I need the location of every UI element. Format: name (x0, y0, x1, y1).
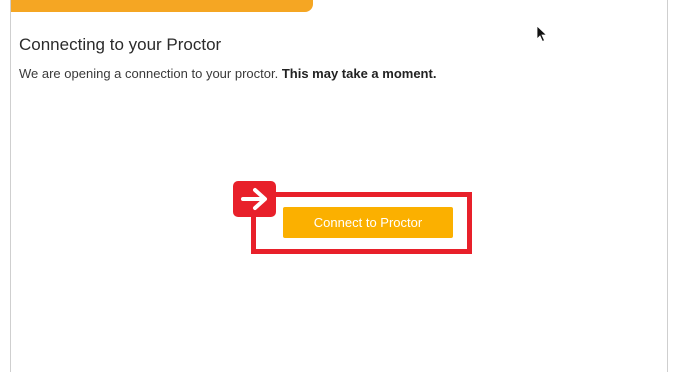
subtitle-text: We are opening a connection to your proc… (19, 66, 279, 81)
page-title: Connecting to your Proctor (19, 35, 222, 54)
app-frame: Connecting to your Proctor We are openin… (10, 0, 668, 372)
arrow-badge (233, 181, 276, 217)
subtitle-emphasis: This may take a moment. (281, 66, 437, 81)
progress-bar (11, 0, 667, 12)
page-subtitle: We are opening a connection to your proc… (19, 66, 436, 81)
mouse-pointer-icon (536, 25, 548, 43)
progress-bar-fill (11, 0, 313, 12)
arrow-right-icon (240, 188, 267, 210)
connect-to-proctor-button[interactable]: Connect to Proctor (283, 207, 453, 238)
